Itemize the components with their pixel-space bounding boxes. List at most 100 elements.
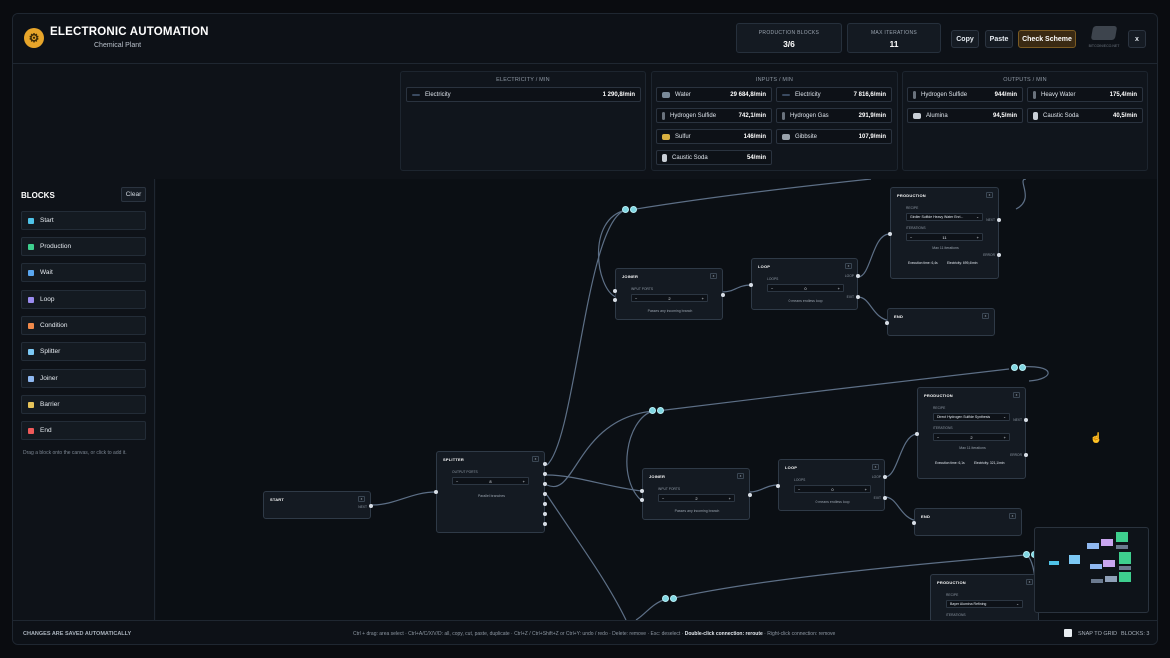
increment-button[interactable]: +: [702, 296, 704, 301]
connection-wire[interactable]: [629, 179, 872, 211]
output-port[interactable]: [543, 492, 547, 496]
iterations-stepper[interactable]: − 2 +: [933, 433, 1010, 441]
sidebar-item-barrier[interactable]: Barrier: [21, 395, 146, 414]
joiner-node[interactable]: JOINER x INPUT PORTS − 2 + Passes any inco…: [613, 268, 725, 320]
production-node[interactable]: PRODUCTION x RECIPE Direct Hydrogen Sulf…: [915, 387, 1028, 479]
end-node[interactable]: END x: [885, 308, 995, 336]
decrement-button[interactable]: −: [456, 479, 458, 484]
output-port[interactable]: [748, 493, 752, 497]
input-port[interactable]: [613, 289, 617, 293]
close-button[interactable]: x: [1128, 30, 1146, 48]
sidebar-item-loop[interactable]: Loop: [21, 290, 146, 309]
avatar[interactable]: BITCOIN/ECO.NET: [1088, 24, 1119, 50]
minimap[interactable]: [1034, 527, 1149, 613]
sidebar-item-start[interactable]: Start: [21, 211, 146, 230]
output-port[interactable]: [883, 496, 887, 500]
node-close-button[interactable]: x: [845, 263, 852, 269]
loops-stepper[interactable]: − 0 +: [794, 485, 871, 493]
decrement-button[interactable]: −: [937, 435, 939, 440]
node-close-button[interactable]: x: [1009, 513, 1016, 519]
loop-node[interactable]: LOOP x LOOPS − 0 + 0 means endless loop LO…: [776, 459, 887, 511]
connection-wire[interactable]: [749, 484, 779, 493]
node-close-button[interactable]: x: [1026, 579, 1033, 585]
output-port[interactable]: [543, 512, 547, 516]
connection-wire[interactable]: [1015, 179, 1027, 210]
output-ports-stepper[interactable]: − 8 +: [452, 477, 529, 485]
connection-wire[interactable]: [371, 491, 437, 506]
input-port[interactable]: [885, 321, 889, 325]
end-node[interactable]: END x: [912, 508, 1022, 536]
snap-to-grid-checkbox[interactable]: [1064, 629, 1072, 637]
node-close-button[interactable]: x: [982, 313, 989, 319]
start-node[interactable]: START x NEXT: [263, 491, 373, 519]
node-close-button[interactable]: x: [710, 273, 717, 279]
connection-wire[interactable]: [546, 410, 654, 488]
input-port[interactable]: [915, 432, 919, 436]
output-port[interactable]: [543, 482, 547, 486]
node-close-button[interactable]: x: [737, 473, 744, 479]
connection-handle[interactable]: [1011, 364, 1029, 372]
connection-wire[interactable]: [721, 284, 753, 293]
node-close-button[interactable]: x: [532, 456, 539, 462]
copy-button[interactable]: Copy: [951, 30, 979, 48]
increment-button[interactable]: +: [729, 496, 731, 501]
input-port[interactable]: [912, 521, 916, 525]
input-port[interactable]: [613, 298, 617, 302]
connection-wire[interactable]: [546, 209, 627, 466]
connection-handle[interactable]: [649, 407, 667, 415]
flow-canvas[interactable]: START x NEXT SPLITTER x OUTPUT PORTS − 8 +…: [156, 179, 1157, 620]
connection-handle[interactable]: [662, 595, 680, 603]
splitter-node[interactable]: SPLITTER x OUTPUT PORTS − 8 + Parallel bra…: [434, 451, 547, 533]
output-port[interactable]: [856, 274, 860, 278]
node-close-button[interactable]: x: [1013, 392, 1020, 398]
sidebar-item-end[interactable]: End: [21, 421, 146, 440]
connection-wire[interactable]: [857, 233, 890, 278]
output-port[interactable]: [543, 472, 547, 476]
output-port[interactable]: [997, 253, 1001, 257]
production-node[interactable]: PRODUCTION x RECIPE Bayer Alumina Refini…: [930, 574, 1041, 620]
recipe-select[interactable]: Girdler Sulfide Heavy Water Enri... ⌄: [906, 213, 983, 221]
output-port[interactable]: [721, 293, 725, 297]
recipe-select[interactable]: Bayer Alumina Refining ⌄: [946, 600, 1023, 608]
input-port[interactable]: [888, 232, 892, 236]
input-port[interactable]: [776, 484, 780, 488]
node-close-button[interactable]: x: [358, 496, 365, 502]
connection-wire[interactable]: [546, 474, 643, 492]
recipe-select[interactable]: Direct Hydrogen Sulfide Synthesis ⌄: [933, 413, 1010, 421]
sidebar-item-joiner[interactable]: Joiner: [21, 369, 146, 388]
check-scheme-button[interactable]: Check Scheme: [1018, 30, 1076, 48]
sidebar-item-wait[interactable]: Wait: [21, 263, 146, 282]
sidebar-item-condition[interactable]: Condition: [21, 316, 146, 335]
decrement-button[interactable]: −: [798, 487, 800, 492]
clear-button[interactable]: Clear: [121, 187, 146, 202]
loop-node[interactable]: LOOP x LOOPS − 0 + 0 means endless loop LO…: [749, 258, 860, 310]
output-port[interactable]: [1024, 418, 1028, 422]
decrement-button[interactable]: −: [771, 286, 773, 291]
increment-button[interactable]: +: [977, 235, 979, 240]
increment-button[interactable]: +: [1004, 435, 1006, 440]
loops-stepper[interactable]: − 0 +: [767, 284, 844, 292]
sidebar-item-splitter[interactable]: Splitter: [21, 342, 146, 361]
sidebar-item-production[interactable]: Production: [21, 237, 146, 256]
increment-button[interactable]: +: [523, 479, 525, 484]
decrement-button[interactable]: −: [662, 496, 664, 501]
node-close-button[interactable]: x: [986, 192, 993, 198]
input-ports-stepper[interactable]: − 2 +: [631, 294, 708, 302]
increment-button[interactable]: +: [865, 487, 867, 492]
output-port[interactable]: [369, 504, 373, 508]
output-port[interactable]: [997, 218, 1001, 222]
input-port[interactable]: [640, 498, 644, 502]
output-port[interactable]: [856, 295, 860, 299]
production-node[interactable]: PRODUCTION x RECIPE Girdler Sulfide Heav…: [888, 187, 1001, 279]
increment-button[interactable]: +: [838, 286, 840, 291]
input-port[interactable]: [749, 283, 753, 287]
iterations-stepper[interactable]: − 11 +: [906, 233, 983, 241]
node-close-button[interactable]: x: [872, 464, 879, 470]
input-port[interactable]: [640, 489, 644, 493]
connection-wire[interactable]: [884, 433, 917, 478]
decrement-button[interactable]: −: [635, 296, 637, 301]
output-port[interactable]: [543, 462, 547, 466]
joiner-node[interactable]: JOINER x INPUT PORTS − 2 + Passes any inco…: [640, 468, 752, 520]
output-port[interactable]: [1024, 453, 1028, 457]
output-port[interactable]: [883, 475, 887, 479]
